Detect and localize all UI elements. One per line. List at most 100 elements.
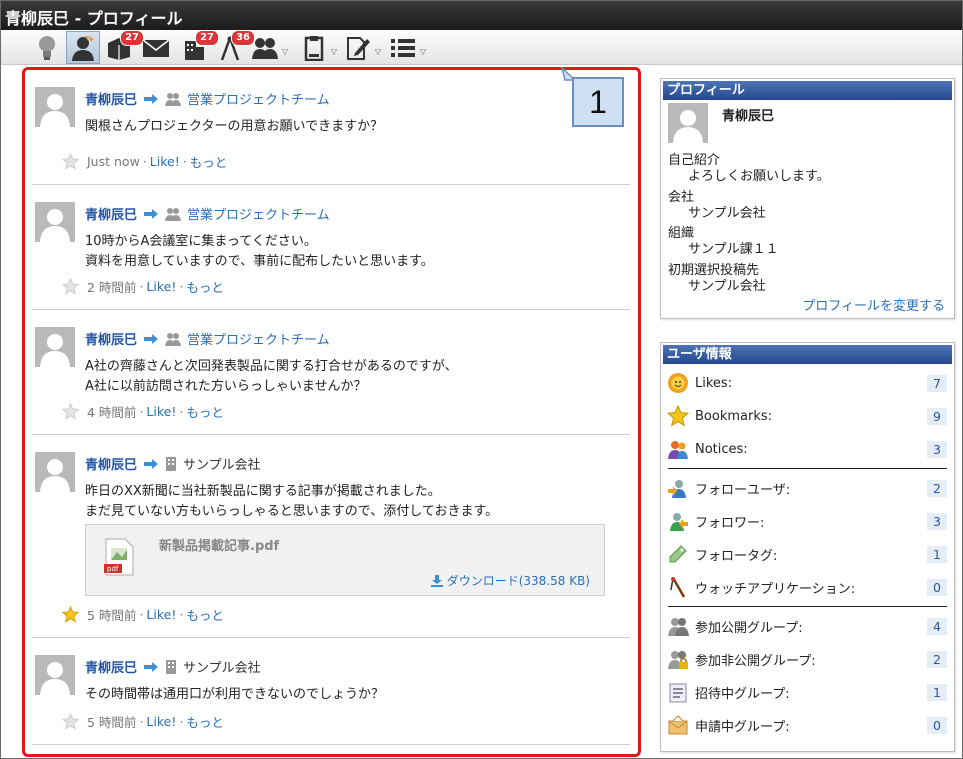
post-dropdown-caret[interactable]: ▽	[375, 47, 381, 56]
timeline-post: 青柳辰巳 営業プロジェクトチーム A社の齊藤さんと次回発表製品に関する打合せがあ…	[32, 310, 630, 435]
post-author[interactable]: 青柳辰巳	[85, 89, 137, 108]
post-target[interactable]: サンプル会社	[183, 454, 261, 473]
stat-label: 申請中グループ:	[695, 719, 790, 735]
divider	[668, 468, 947, 469]
stat-count[interactable]: 2	[927, 650, 947, 668]
profile-button[interactable]	[66, 31, 100, 64]
more-link[interactable]: もっと	[186, 277, 224, 296]
bookmark-star-icon[interactable]	[62, 713, 79, 730]
stat-count[interactable]: 3	[927, 440, 947, 458]
avatar[interactable]	[35, 655, 75, 695]
menu-button[interactable]: ▽	[386, 31, 426, 64]
like-link[interactable]: Like!	[146, 404, 176, 419]
avatar[interactable]	[35, 87, 75, 127]
like-link[interactable]: Like!	[146, 607, 176, 622]
stat-label: Notices:	[695, 441, 748, 457]
stat-count[interactable]: 3	[927, 512, 947, 530]
stat-public-groups[interactable]: 参加公開グループ: 4	[666, 614, 947, 638]
post-body: A社の齊藤さんと次回発表製品に関する打合せがあるのですが、 A社に以前訪問された…	[85, 357, 625, 397]
public-group-icon	[668, 618, 689, 636]
more-link[interactable]: もっと	[186, 712, 224, 731]
download-icon	[430, 575, 443, 587]
post-target[interactable]: サンプル会社	[183, 657, 261, 676]
star-icon	[667, 405, 689, 427]
clipboard-dropdown-caret[interactable]: ▽	[331, 47, 337, 56]
arrow-right-icon	[144, 333, 159, 344]
post-target[interactable]: 営業プロジェクトチーム	[187, 89, 330, 108]
post-footer: 5 時間前 · Like! · もっと	[62, 605, 224, 624]
stat-count[interactable]: 2	[927, 479, 947, 497]
post-author[interactable]: 青柳辰巳	[85, 329, 137, 348]
application-button[interactable]: 36	[213, 30, 255, 64]
more-link[interactable]: もっと	[186, 402, 224, 421]
clipboard-button[interactable]: ▽	[297, 31, 337, 64]
bookmark-star-icon[interactable]	[62, 278, 79, 295]
stat-private-groups[interactable]: 参加非公開グループ: 2	[666, 647, 947, 671]
stat-label: 参加公開グループ:	[695, 620, 803, 636]
post-author[interactable]: 青柳辰巳	[85, 204, 137, 223]
post-target[interactable]: 営業プロジェクトチーム	[187, 204, 330, 223]
stat-label: Likes:	[695, 375, 733, 391]
stat-likes[interactable]: Likes: 7	[666, 371, 947, 395]
post-button[interactable]: ▽	[341, 31, 381, 64]
default-avatar-icon	[40, 459, 70, 492]
edit-profile-link[interactable]: プロフィールを変更する	[802, 295, 945, 314]
timeline-post: 青柳辰巳 サンプル会社 昨日のXX新聞に当社新製品に関する記事が掲載されました。…	[32, 435, 630, 638]
stat-watch-apps[interactable]: ウォッチアプリケーション: 0	[666, 575, 947, 599]
post-author[interactable]: 青柳辰巳	[85, 454, 137, 473]
stat-bookmarks[interactable]: Bookmarks: 9	[666, 404, 947, 428]
lightbulb-button[interactable]	[30, 31, 64, 64]
avatar[interactable]	[668, 103, 708, 143]
like-link[interactable]: Like!	[150, 154, 180, 169]
post-author[interactable]: 青柳辰巳	[85, 657, 137, 676]
post-footer: 2 時間前 · Like! · もっと	[62, 277, 224, 296]
bookmark-star-icon[interactable]	[62, 403, 79, 420]
like-link[interactable]: Like!	[146, 714, 176, 729]
edit-document-icon	[347, 36, 370, 60]
post-line: A社の齊藤さんと次回発表製品に関する打合せがあるのですが、	[85, 359, 458, 374]
mail-icon	[142, 38, 170, 57]
stat-invited-groups[interactable]: 招待中グループ: 1	[666, 680, 947, 704]
bookmark-star-icon[interactable]	[62, 606, 79, 623]
stat-notices[interactable]: Notices: 3	[666, 437, 947, 461]
stat-applying-groups[interactable]: 申請中グループ: 0	[666, 713, 947, 737]
more-link[interactable]: もっと	[190, 152, 228, 171]
timeline-post: 青柳辰巳 営業プロジェクトチーム 10時からA会議室に集まってください。 資料を…	[32, 185, 630, 310]
avatar[interactable]	[35, 202, 75, 242]
stat-followers[interactable]: フォロワー: 3	[666, 509, 947, 533]
stat-count[interactable]: 0	[927, 716, 947, 734]
post-line: 10時からA会議室に集まってください。	[85, 234, 317, 249]
company-building-icon	[166, 457, 177, 471]
avatar[interactable]	[35, 452, 75, 492]
organization-button[interactable]: 27	[177, 30, 219, 64]
mail-button[interactable]	[139, 31, 173, 64]
stat-count[interactable]: 7	[927, 374, 947, 392]
group-dropdown-caret[interactable]: ▽	[282, 47, 288, 56]
group-button[interactable]: ▽	[248, 31, 288, 64]
more-link[interactable]: もっと	[186, 605, 224, 624]
stat-follow-tags[interactable]: フォロータグ: 1	[666, 542, 947, 566]
inbox-button[interactable]: 27	[102, 30, 144, 64]
clipboard-icon	[304, 35, 324, 61]
stat-count[interactable]: 1	[927, 683, 947, 701]
stat-count[interactable]: 4	[927, 617, 947, 635]
watch-app-icon	[670, 577, 686, 598]
like-link[interactable]: Like!	[146, 279, 176, 294]
post-header: 青柳辰巳 営業プロジェクトチーム	[85, 204, 330, 223]
stat-label: フォロワー:	[695, 515, 765, 531]
profile-field-value: サンプル会社	[688, 206, 766, 221]
post-target[interactable]: 営業プロジェクトチーム	[187, 329, 330, 348]
panel-heading: プロフィール	[663, 81, 952, 100]
stat-count[interactable]: 9	[927, 407, 947, 425]
stat-count[interactable]: 1	[927, 545, 947, 563]
stat-count[interactable]: 0	[927, 578, 947, 596]
bookmark-star-icon[interactable]	[62, 153, 79, 170]
arrow-right-icon	[144, 458, 159, 469]
company-building-icon	[166, 660, 177, 674]
download-link[interactable]: ダウンロード(338.58 KB)	[430, 572, 590, 589]
people-notice-icon	[668, 441, 688, 459]
menu-dropdown-caret[interactable]: ▽	[420, 47, 426, 56]
stat-follow-users[interactable]: フォローユーザ: 2	[666, 476, 947, 500]
attachment-filename[interactable]: 新製品掲載記事.pdf	[159, 535, 279, 554]
avatar[interactable]	[35, 327, 75, 367]
